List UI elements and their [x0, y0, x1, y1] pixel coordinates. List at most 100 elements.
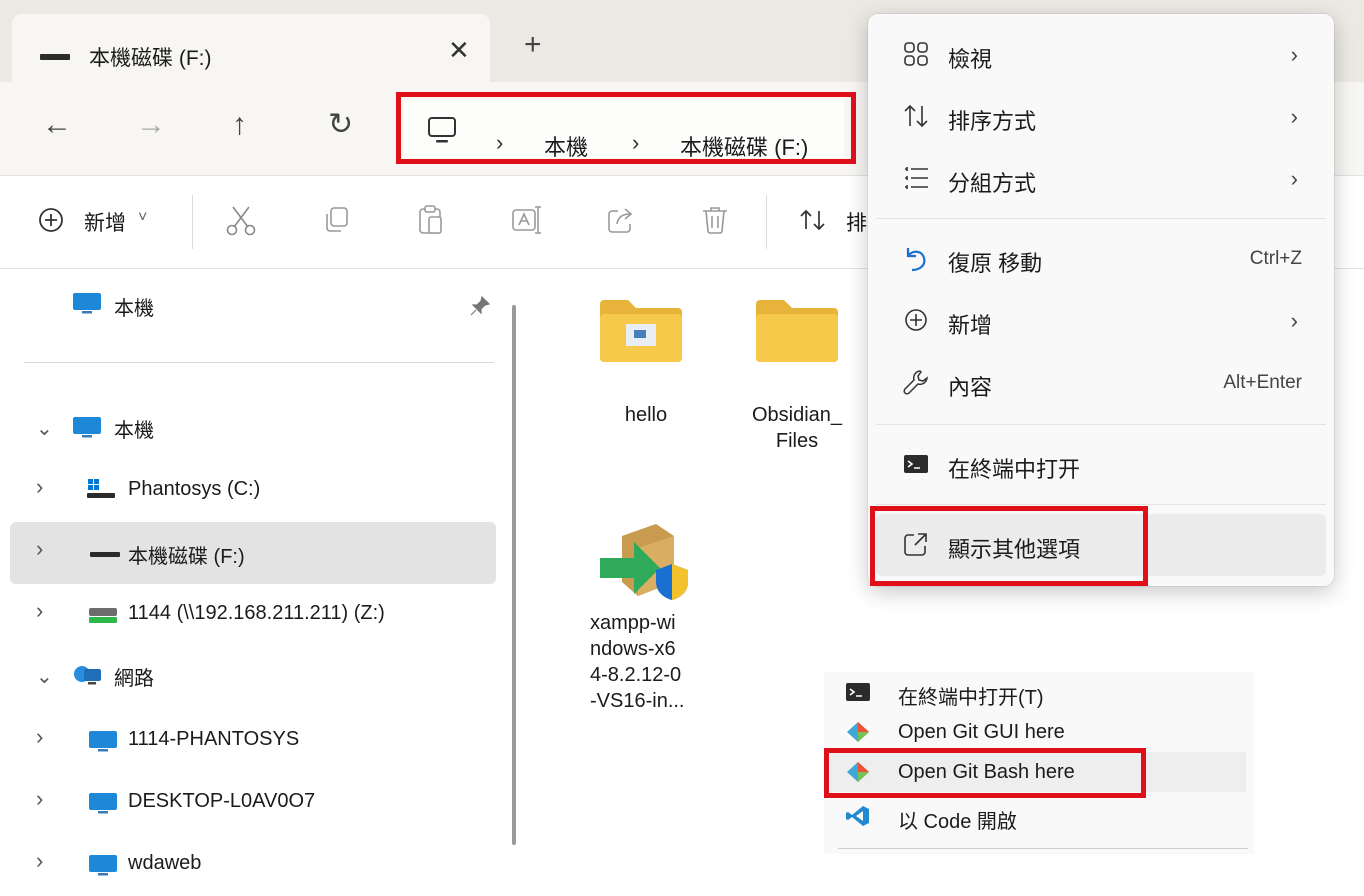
file-name: hello: [624, 404, 668, 426]
chevron-right-icon[interactable]: ›: [36, 474, 43, 500]
drive-icon: [90, 552, 120, 557]
rename-icon[interactable]: [510, 203, 544, 237]
menu-separator: [876, 218, 1326, 219]
view-icon: [904, 42, 928, 66]
sidebar-item-1114-phantosys[interactable]: › 1114-PHANTOSYS: [10, 710, 496, 772]
monitor-icon: [89, 731, 117, 752]
sidebar-item-this-pc[interactable]: ⌄ 本機: [10, 398, 496, 460]
toolbar-divider: [766, 195, 767, 249]
file-item-xampp-installer[interactable]: xampp-wi ndows-x6 4-8.2.12-0 -VS16-in...: [576, 518, 716, 728]
sidebar-item-c-drive[interactable]: › Phantosys (C:): [10, 460, 496, 522]
sidebar-item-desktop[interactable]: › DESKTOP-L0AV0O7: [10, 772, 496, 834]
network-drive-icon: [89, 608, 117, 623]
address-highlight-box: [396, 92, 856, 164]
sidebar-item-z-drive[interactable]: › 1144 (\\192.168.211.211) (Z:): [10, 584, 496, 646]
sidebar-item-label: 本機磁碟 (F:): [128, 546, 245, 568]
sidebar-item-label: 本機: [114, 420, 154, 442]
chevron-right-icon[interactable]: ›: [36, 598, 43, 624]
sidebar-item-network[interactable]: ⌄ 網路: [10, 646, 496, 708]
sidebar-item-label: Phantosys (C:): [128, 478, 261, 500]
sort-icon: [800, 209, 825, 231]
sidebar-item-wdaweb[interactable]: › wdaweb: [10, 834, 496, 896]
toolbar-divider: [192, 195, 193, 249]
menu-item-open-in-terminal[interactable]: 在終端中打开: [876, 434, 1326, 496]
copy-icon[interactable]: [320, 203, 354, 237]
undo-icon: [906, 248, 926, 272]
monitor-icon: [73, 293, 101, 314]
menu-item-label: 新增: [948, 313, 993, 338]
menu-item-sort-by[interactable]: 排序方式 ›: [876, 86, 1326, 148]
add-icon: [39, 208, 63, 232]
chevron-down-icon[interactable]: ⌄: [36, 664, 53, 689]
sort-icon: [904, 104, 928, 128]
menu-item-label: 排序方式: [948, 109, 1037, 134]
new-tab-button[interactable]: +: [524, 30, 542, 60]
menu-separator: [838, 848, 1248, 849]
wrench-icon: [903, 370, 928, 395]
show-more-highlight-box: [870, 506, 1148, 586]
menu-item-undo-move[interactable]: 復原 移動 Ctrl+Z: [876, 228, 1326, 290]
group-icon: [905, 167, 928, 189]
menu-item-shortcut: Alt+Enter: [1223, 372, 1302, 393]
share-icon[interactable]: [604, 203, 638, 237]
tab-f-drive[interactable]: 本機磁碟 (F:) ✕: [12, 14, 490, 92]
menu-item-label: 在終端中打开(T): [898, 687, 1044, 709]
paste-icon[interactable]: [414, 203, 448, 237]
sidebar-item-label: 網路: [114, 668, 154, 690]
menu-item-open-with-code[interactable]: 以 Code 開啟: [830, 796, 1246, 836]
close-tab-icon[interactable]: ✕: [448, 35, 470, 65]
quick-access-this-pc[interactable]: 本機: [10, 278, 496, 340]
menu-item-label: 檢視: [948, 47, 993, 72]
new-label: 新增: [84, 212, 126, 235]
monitor-icon: [73, 417, 101, 438]
file-name: Obsidian_ Files: [751, 404, 843, 452]
menu-separator: [876, 424, 1326, 425]
chevron-right-icon: ›: [1290, 166, 1298, 191]
file-item-hello[interactable]: hello: [576, 290, 716, 440]
context-menu: 檢視 › 排序方式 › 分組方式 › 復原 移動 Ctrl+Z 新增 › 內容 …: [868, 14, 1334, 586]
chevron-down-icon: ˅: [138, 209, 148, 226]
menu-item-properties[interactable]: 內容 Alt+Enter: [876, 352, 1326, 414]
folder-icon: [756, 300, 838, 362]
menu-item-label: 在終端中打开: [948, 457, 1081, 482]
delete-icon[interactable]: [698, 203, 732, 237]
file-name: xampp-wi ndows-x6 4-8.2.12-0 -VS16-in...: [590, 612, 685, 712]
sort-label: 排: [846, 212, 867, 235]
monitor-icon: [89, 855, 117, 876]
menu-item-open-git-gui[interactable]: Open Git GUI here: [830, 712, 1246, 752]
menu-item-new[interactable]: 新增 ›: [876, 290, 1326, 352]
up-button[interactable]: ↑: [232, 108, 247, 142]
vscode-icon: [846, 806, 869, 826]
chevron-right-icon: ›: [1290, 104, 1298, 129]
monitor-icon: [89, 793, 117, 814]
menu-item-label: 復原 移動: [948, 251, 1043, 276]
pin-icon[interactable]: [470, 296, 490, 318]
sidebar-divider: [24, 362, 494, 363]
navigation-pane: 本機 ⌄ 本機 › Phantosys (C:) › 本機磁碟 (F:) › 1…: [0, 270, 510, 882]
menu-item-label: 分組方式: [948, 171, 1037, 196]
menu-item-label: Open Git GUI here: [898, 721, 1065, 743]
chevron-right-icon: ›: [1290, 308, 1298, 333]
menu-item-label: 內容: [948, 375, 993, 400]
menu-item-open-in-terminal-classic[interactable]: 在終端中打开(T): [830, 672, 1246, 712]
sidebar-item-label: wdaweb: [128, 852, 202, 874]
installer-icon: [600, 524, 688, 600]
chevron-right-icon[interactable]: ›: [36, 786, 43, 812]
tab-title: 本機磁碟 (F:): [89, 47, 212, 70]
file-item-obsidian-files[interactable]: Obsidian_ Files: [732, 290, 862, 460]
menu-item-view[interactable]: 檢視 ›: [876, 24, 1326, 86]
sidebar-item-label: DESKTOP-L0AV0O7: [128, 790, 316, 812]
git-icon: [847, 722, 869, 742]
chevron-right-icon[interactable]: ›: [36, 724, 43, 750]
cut-icon[interactable]: [224, 203, 258, 237]
refresh-button[interactable]: ↻: [328, 108, 353, 142]
chevron-right-icon[interactable]: ›: [36, 848, 43, 874]
back-button[interactable]: ←: [42, 108, 72, 142]
chevron-down-icon[interactable]: ⌄: [36, 416, 53, 441]
sidebar-scrollbar[interactable]: [512, 305, 516, 845]
forward-button[interactable]: →: [136, 108, 166, 142]
menu-item-group-by[interactable]: 分組方式 ›: [876, 148, 1326, 210]
sidebar-item-f-drive[interactable]: › 本機磁碟 (F:): [10, 522, 496, 584]
chevron-right-icon[interactable]: ›: [36, 536, 43, 562]
terminal-icon: [846, 683, 870, 701]
